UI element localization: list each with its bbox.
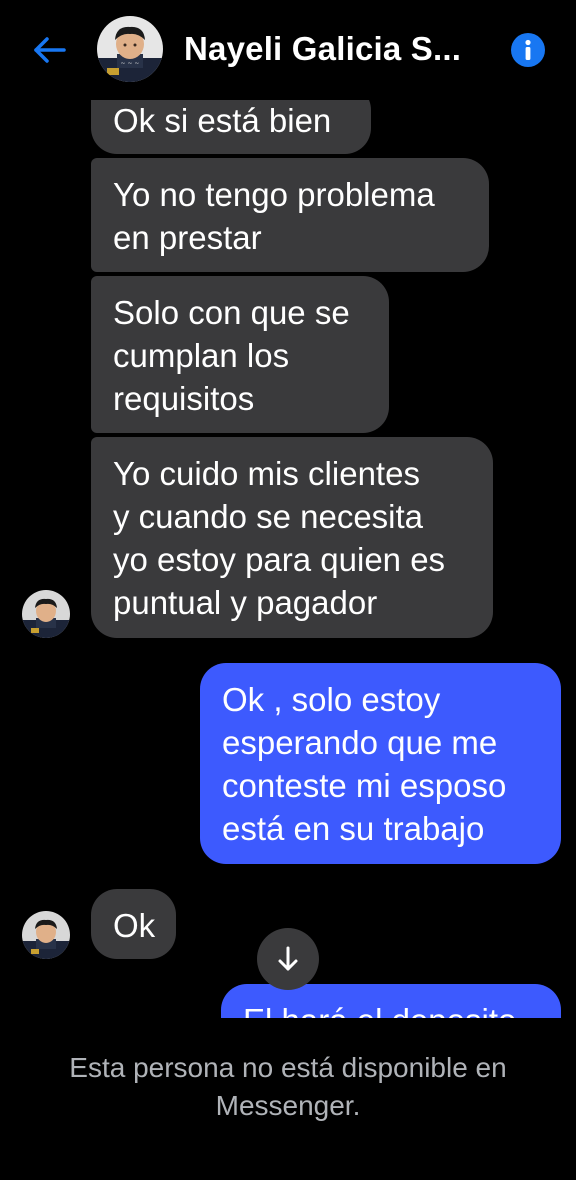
message-bubble-incoming[interactable]: Yo no tengo problema en prestar <box>91 158 489 272</box>
contact-avatar[interactable] <box>22 911 70 959</box>
back-button[interactable] <box>30 32 70 68</box>
unavailable-notice-text: Esta persona no está disponible en Messe… <box>69 1052 507 1121</box>
svg-text:~ ~ ~: ~ ~ ~ <box>121 60 140 67</box>
arrow-left-icon <box>34 37 66 63</box>
message-bubble-outgoing[interactable]: Ok , solo estoy esperando que me contest… <box>200 663 561 864</box>
message-bubble-incoming[interactable]: Ok <box>91 889 176 959</box>
message-bubble-incoming[interactable]: Solo con que se cumplan los requisitos <box>91 276 389 433</box>
message-list[interactable]: Ok si está bien Yo no tengo problema en … <box>0 0 576 1018</box>
contact-avatar[interactable]: ~ ~ ~ <box>97 16 163 82</box>
arrow-down-icon <box>278 946 298 971</box>
scroll-to-bottom-button[interactable] <box>257 928 319 990</box>
info-icon <box>511 33 545 67</box>
composer-unavailable-notice: Esta persona no está disponible en Messe… <box>0 1018 576 1180</box>
contact-name[interactable]: Nayeli Galicia S... <box>184 30 461 68</box>
conversation-info-button[interactable] <box>510 32 546 68</box>
message-bubble-incoming[interactable]: Yo cuido mis clientes y cuando se necesi… <box>91 437 493 638</box>
contact-avatar[interactable] <box>22 590 70 638</box>
conversation-header: ~ ~ ~ Nayeli Galicia S... <box>0 0 576 100</box>
